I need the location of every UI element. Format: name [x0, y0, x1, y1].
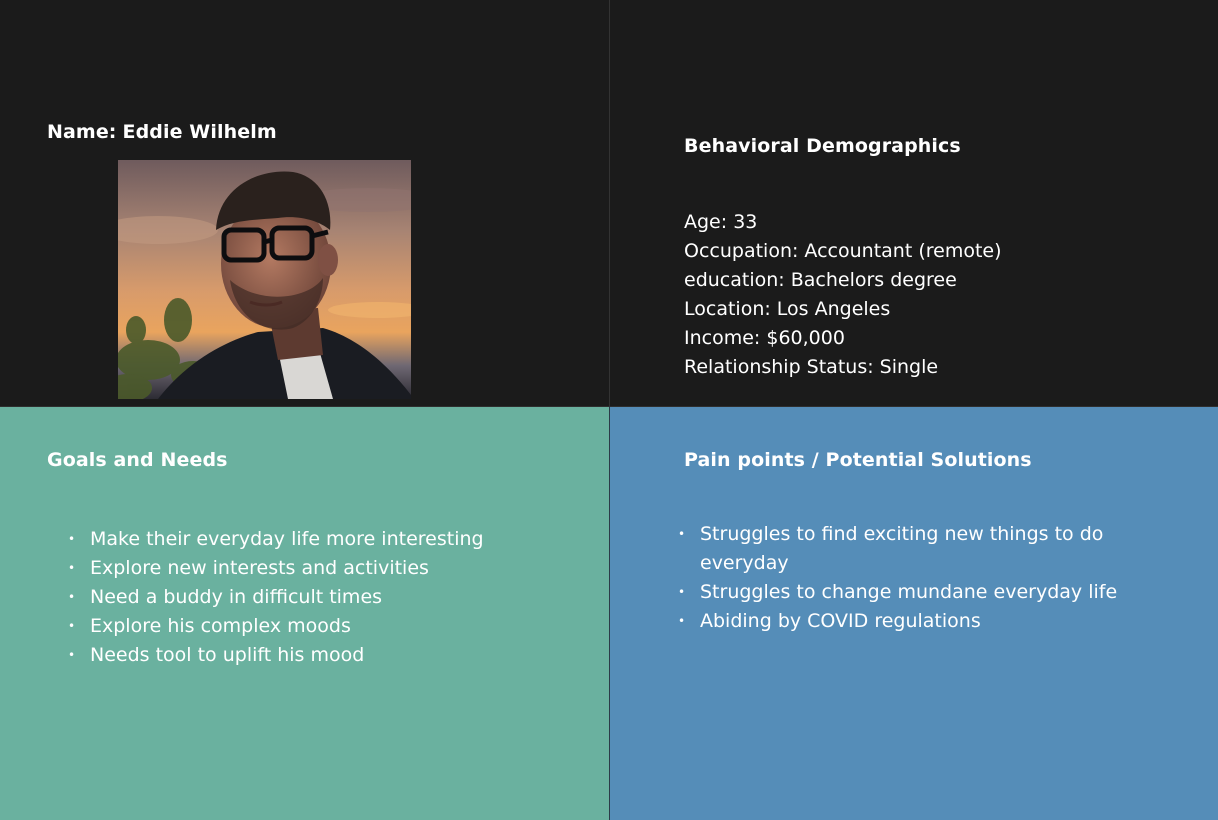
goal-text: Explore new interests and activities [90, 557, 429, 579]
demographic-item-location: Location: Los Angeles [684, 298, 891, 320]
goals-list: • Make their everyday life more interest… [68, 525, 578, 670]
bullet-icon: • [678, 585, 686, 599]
demographic-item-age: Age: 33 [684, 211, 758, 233]
pain-points-panel: Pain points / Potential Solutions • Stru… [609, 406, 1218, 820]
bullet-icon: • [68, 648, 76, 662]
demographics-panel: Behavioral Demographics Age: 33 Occupati… [609, 0, 1218, 406]
list-item: • Needs tool to uplift his mood [68, 641, 578, 670]
pain-point-text: Abiding by COVID regulations [700, 610, 981, 632]
pain-point-text: Struggles to change mundane everyday lif… [700, 581, 1118, 603]
goal-text: Need a buddy in difficult times [90, 586, 383, 608]
demographics-list: Age: 33 Occupation: Accountant (remote) … [684, 208, 1002, 382]
list-item: • Explore new interests and activities [68, 554, 578, 583]
list-item: • Struggles to find exciting new things … [678, 520, 1148, 578]
pain-points-list: • Struggles to find exciting new things … [678, 520, 1148, 636]
bullet-icon: • [68, 590, 76, 604]
bullet-icon: • [678, 527, 686, 541]
list-item: • Make their everyday life more interest… [68, 525, 578, 554]
name-label: Name: [47, 121, 117, 143]
pain-point-text: Struggles to find exciting new things to… [700, 523, 1104, 574]
name-value: Eddie Wilhelm [122, 121, 277, 143]
bullet-icon: • [68, 619, 76, 633]
goal-text: Make their everyday life more interestin… [90, 528, 484, 550]
pain-points-title: Pain points / Potential Solutions [684, 449, 1032, 471]
goals-title: Goals and Needs [47, 449, 228, 471]
profile-photo [118, 160, 411, 399]
bullet-icon: • [68, 561, 76, 575]
list-item: • Need a buddy in difficult times [68, 583, 578, 612]
demographic-item-income: Income: $60,000 [684, 327, 845, 349]
bullet-icon: • [68, 532, 76, 546]
demographics-title: Behavioral Demographics [684, 135, 961, 157]
persona-name: Name: Eddie Wilhelm [47, 121, 277, 143]
list-item: • Abiding by COVID regulations [678, 607, 1148, 636]
portrait-illustration [118, 160, 411, 399]
demographic-item-occupation: Occupation: Accountant (remote) [684, 240, 1002, 262]
list-item: • Struggles to change mundane everyday l… [678, 578, 1148, 607]
goals-panel: Goals and Needs • Make their everyday li… [0, 406, 609, 820]
demographic-item-education: education: Bachelors degree [684, 269, 957, 291]
list-item: • Explore his complex moods [68, 612, 578, 641]
bullet-icon: • [678, 614, 686, 628]
demographic-item-relationship: Relationship Status: Single [684, 356, 939, 378]
goal-text: Needs tool to uplift his mood [90, 644, 365, 666]
goal-text: Explore his complex moods [90, 615, 351, 637]
profile-panel: Name: Eddie Wilhelm [0, 0, 609, 406]
